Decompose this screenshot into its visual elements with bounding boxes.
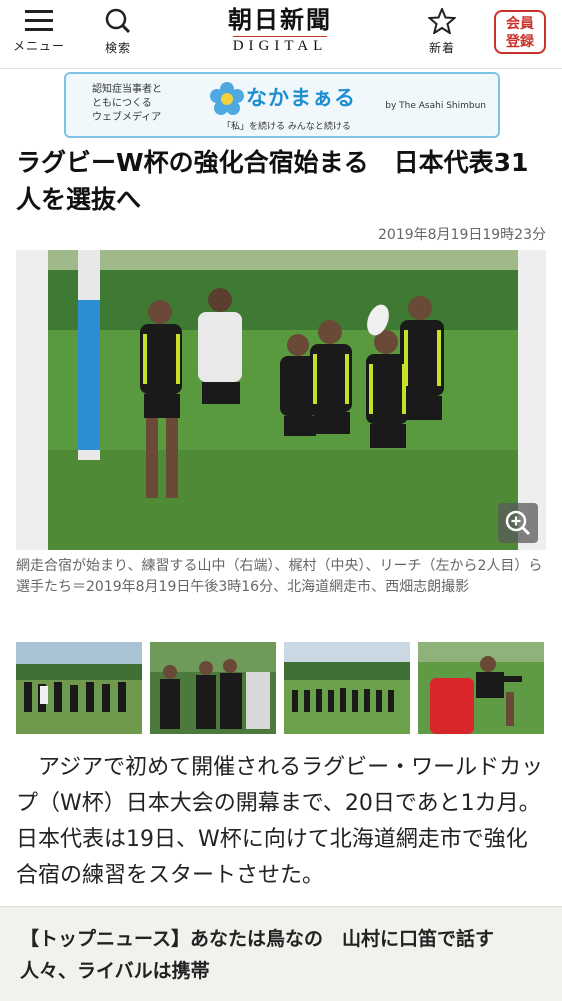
banner-description: 認知症当事者と ともにつくる ウェブメディア <box>92 83 162 125</box>
rugby-training-photo[interactable] <box>48 250 518 550</box>
banner-byline: by The Asahi Shimbun <box>385 101 486 111</box>
star-icon <box>426 6 458 36</box>
article-body: アジアで初めて開催されるラグビー・ワールドカップ（W杯）日本大会の開幕まで、20… <box>16 755 544 888</box>
ad-banner-nakamaaru[interactable]: 認知症当事者と ともにつくる ウェブメディア なかまぁる 「私」を続ける みんな… <box>64 72 500 138</box>
banner-tagline: 「私」を続ける みんなと続ける <box>222 122 351 132</box>
logo-digital: DIGITAL <box>232 36 328 54</box>
site-logo[interactable]: 朝日新聞 DIGITAL <box>205 6 355 55</box>
related-news-link[interactable]: 【トップニュース】あなたは鳥なの 山村に口笛で話す人々、ライバルは携帯 <box>20 923 542 987</box>
main-photo-frame <box>16 250 546 550</box>
article-date: 2019年8月19日19時23分 <box>378 227 546 243</box>
banner-line2: ともにつくる <box>92 98 152 109</box>
logo-japanese: 朝日新聞 <box>228 5 332 34</box>
flower-logo-icon <box>210 82 244 115</box>
search-icon <box>105 8 131 34</box>
photo-thumbnail-strip <box>16 642 546 736</box>
member-register-button[interactable]: 会員 登録 <box>494 10 546 54</box>
article-headline: ラグビーW杯の強化合宿始まる 日本代表31人を選抜へ <box>16 148 529 214</box>
menu-button[interactable]: メニュー <box>10 8 68 54</box>
thumbnail-photo-4[interactable] <box>418 642 544 734</box>
zoom-in-icon <box>505 510 531 536</box>
photo-caption: 網走合宿が始まり、練習する山中（右端）、梶村（中央）、リーチ（左から2人目）ら選… <box>16 558 543 595</box>
thumbnail-photo-3[interactable] <box>284 642 410 734</box>
zoom-button[interactable] <box>498 503 538 543</box>
site-header: メニュー 検索 朝日新聞 DIGITAL 新着 会員 登録 <box>0 0 562 69</box>
search-button[interactable]: 検索 <box>96 8 140 56</box>
banner-line1: 認知症当事者と <box>92 84 162 95</box>
search-label: 検索 <box>104 41 131 55</box>
new-arrivals-button[interactable]: 新着 <box>418 6 466 56</box>
register-line2: 登録 <box>506 34 534 50</box>
banner-brand: なかまぁる <box>246 86 356 110</box>
menu-label: メニュー <box>12 39 65 53</box>
thumbnail-photo-2[interactable] <box>150 642 276 734</box>
thumbnail-photo-1[interactable] <box>16 642 142 734</box>
related-news-box[interactable]: 【トップニュース】あなたは鳥なの 山村に口笛で話す人々、ライバルは携帯 <box>0 906 562 1001</box>
banner-line3: ウェブメディア <box>92 112 162 123</box>
hamburger-icon <box>25 10 53 31</box>
new-arrivals-label: 新着 <box>428 41 455 55</box>
register-line1: 会員 <box>506 16 534 32</box>
